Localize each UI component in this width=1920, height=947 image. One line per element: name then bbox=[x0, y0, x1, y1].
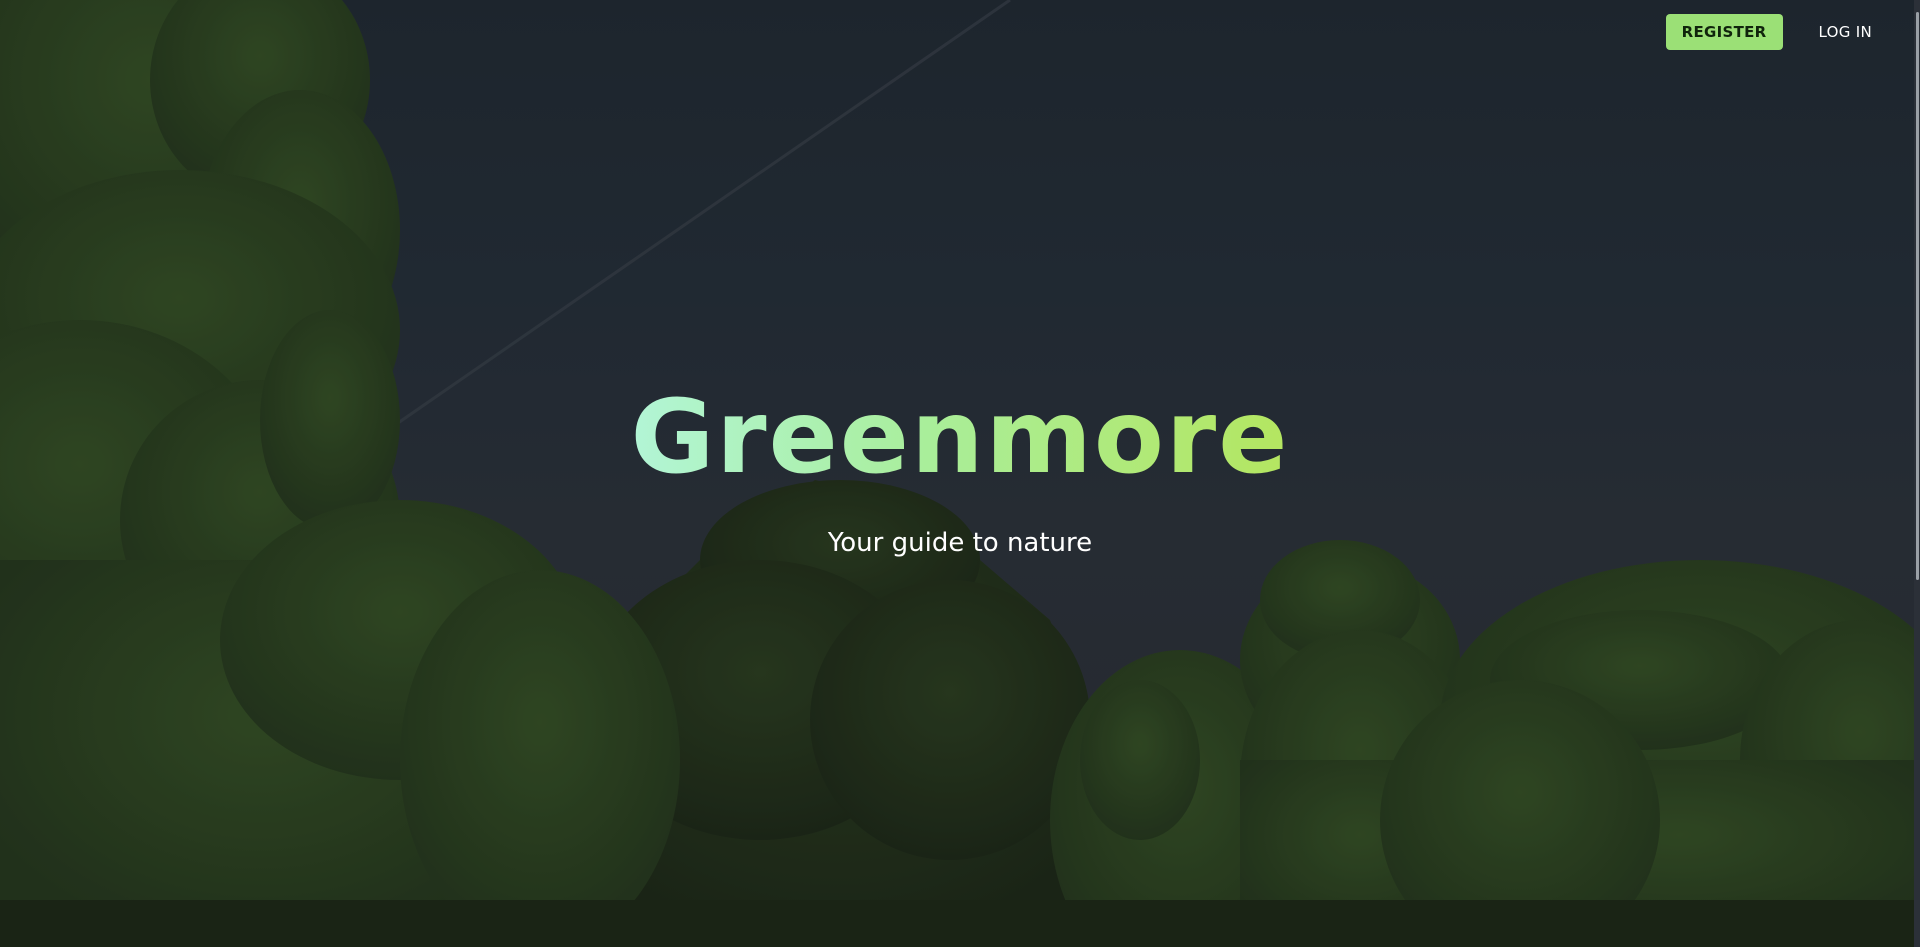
hero-section: REGISTER LOG IN Greenmore Your guide to … bbox=[0, 0, 1920, 947]
top-nav: REGISTER LOG IN bbox=[1665, 14, 1884, 50]
scrollbar-thumb[interactable] bbox=[1916, 12, 1919, 580]
register-button[interactable]: REGISTER bbox=[1665, 14, 1783, 50]
login-button[interactable]: LOG IN bbox=[1807, 14, 1884, 50]
hero-subtitle: Your guide to nature bbox=[827, 528, 1093, 558]
page-scrollbar[interactable] bbox=[1914, 0, 1920, 947]
hero-title: Greenmore bbox=[0, 378, 1920, 498]
hero-title-text: Greenmore bbox=[630, 378, 1290, 497]
